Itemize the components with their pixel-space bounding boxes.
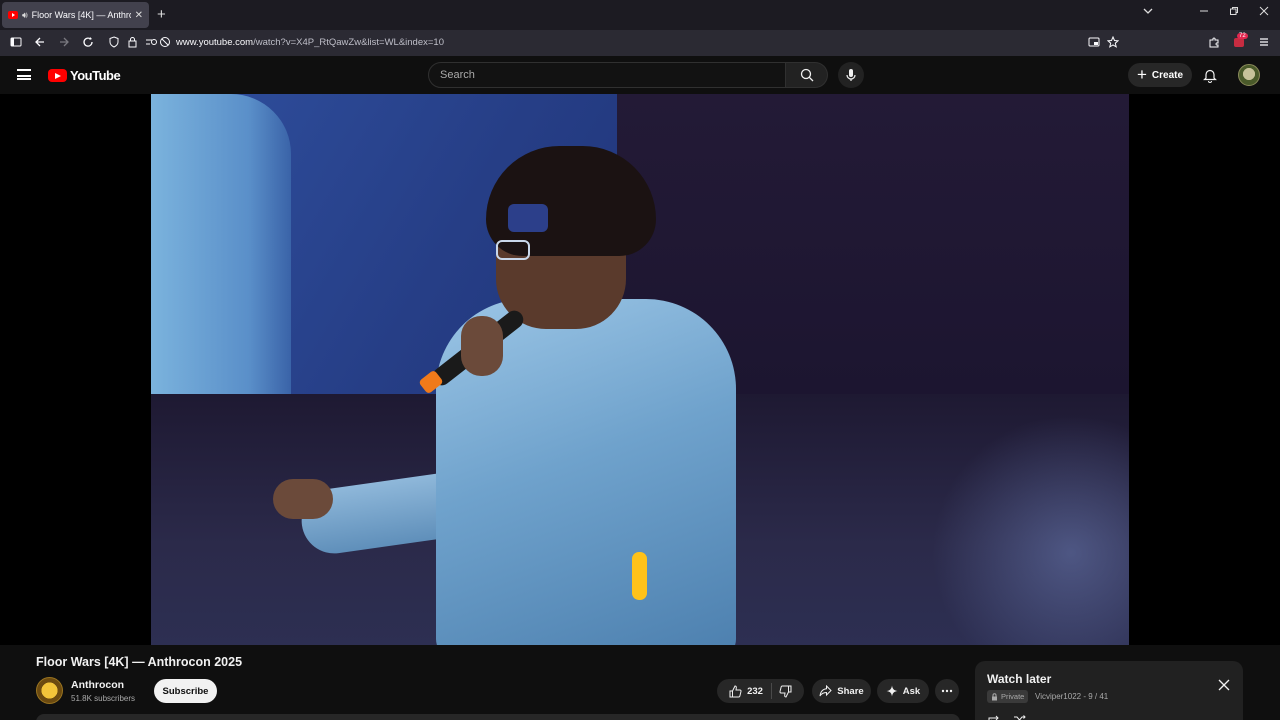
voice-search-button[interactable]: [838, 62, 864, 88]
more-horizontal-icon: [941, 689, 953, 693]
autoplay-blocked-icon[interactable]: [159, 36, 171, 51]
plus-icon: +: [1136, 65, 1147, 84]
ask-button[interactable]: Ask: [877, 679, 929, 703]
notifications-bell-icon[interactable]: [1203, 68, 1217, 88]
thumbs-up-icon: [729, 684, 742, 697]
stage-screen-figure: [151, 94, 291, 401]
tab-title: Floor Wars [4K] — Anthroc: [31, 10, 131, 20]
sleeve-badge: [632, 552, 647, 600]
loop-icon[interactable]: [987, 712, 1001, 720]
search-box: [428, 62, 786, 88]
browser-tab-strip: 🔊︎ Floor Wars [4K] — Anthroc ✕ +: [0, 0, 1280, 30]
playlist-title[interactable]: Watch later: [987, 672, 1051, 686]
like-button[interactable]: 232: [729, 683, 772, 699]
window-close-icon[interactable]: [1259, 6, 1269, 19]
restore-icon[interactable]: [1229, 6, 1239, 19]
microphone-icon: [846, 69, 856, 81]
reload-icon[interactable]: [82, 36, 94, 51]
performer-hand: [273, 479, 333, 519]
description-box[interactable]: [36, 714, 960, 720]
crowd-glow: [931, 414, 1129, 645]
tracking-shield-icon[interactable]: [108, 36, 120, 51]
menu-icon[interactable]: [1258, 36, 1270, 51]
create-button[interactable]: + Create: [1128, 63, 1192, 87]
back-arrow-icon[interactable]: [34, 36, 46, 51]
performer-mic-hand: [461, 316, 503, 376]
search-icon: [800, 68, 813, 82]
extension-badge: 72: [1237, 33, 1248, 39]
url-path: /watch?v=X4P_RtQawZw&list=WL&index=10: [253, 37, 444, 48]
bookmark-star-icon[interactable]: [1106, 35, 1120, 51]
privacy-label: Private: [1001, 692, 1025, 701]
youtube-logo[interactable]: YouTube: [48, 68, 121, 83]
channel-avatar[interactable]: [36, 677, 63, 704]
search-button[interactable]: [786, 62, 828, 88]
youtube-header: YouTube + Create: [0, 56, 1280, 94]
performer-glasses: [496, 240, 530, 260]
new-tab-plus-icon[interactable]: +: [157, 7, 166, 22]
account-avatar[interactable]: [1238, 64, 1260, 86]
like-dislike-group: 232: [717, 679, 804, 703]
url-host: www.youtube.com: [176, 37, 254, 48]
playlist-panel: Watch later Private Vicviper1022 - 9 / 4…: [975, 661, 1243, 720]
dislike-button[interactable]: [777, 685, 792, 698]
guide-menu-icon[interactable]: [17, 69, 31, 80]
ask-label: Ask: [902, 685, 921, 697]
search-input[interactable]: [429, 63, 785, 87]
tab-close-icon[interactable]: ✕: [135, 10, 143, 21]
video-player[interactable]: [151, 94, 1129, 645]
playlist-owner-progress: Vicviper1022 - 9 / 41: [1035, 692, 1109, 701]
sidebar-toggle-icon[interactable]: [10, 36, 22, 51]
browser-tab[interactable]: 🔊︎ Floor Wars [4K] — Anthroc ✕: [2, 2, 149, 28]
subscribe-button[interactable]: Subscribe: [154, 679, 217, 703]
lock-icon: [992, 692, 997, 700]
privacy-badge: Private: [987, 690, 1029, 703]
picture-in-picture-icon[interactable]: [1088, 36, 1100, 51]
create-label: Create: [1151, 69, 1184, 81]
like-count: 232: [747, 685, 763, 697]
youtube-logo-text: YouTube: [70, 68, 121, 83]
channel-subscriber-count: 51.8K subscribers: [71, 694, 136, 703]
youtube-logo-icon: [48, 69, 67, 82]
channel-name[interactable]: Anthrocon: [71, 679, 124, 691]
permissions-icon[interactable]: [145, 36, 157, 51]
url-bar[interactable]: www.youtube.com/watch?v=X4P_RtQawZw&list…: [176, 37, 444, 48]
shuffle-icon[interactable]: [1013, 712, 1027, 720]
playlist-close-icon[interactable]: [1218, 678, 1230, 696]
tab-list-chevron-down-icon[interactable]: [1143, 6, 1153, 19]
speaker-icon[interactable]: 🔊︎: [22, 10, 28, 21]
forward-arrow-icon[interactable]: [58, 36, 70, 51]
lock-icon[interactable]: [127, 36, 138, 51]
youtube-favicon-icon: [8, 11, 18, 19]
share-button[interactable]: Share: [812, 679, 871, 703]
more-actions-button[interactable]: [935, 679, 959, 703]
minimize-icon[interactable]: [1199, 6, 1209, 19]
thumbs-down-icon: [779, 685, 792, 698]
extensions-puzzle-icon[interactable]: [1208, 36, 1220, 51]
share-arrow-icon: [819, 685, 833, 697]
sparkle-icon: [886, 685, 898, 697]
performer-bandana: [508, 204, 548, 232]
share-label: Share: [837, 685, 864, 697]
browser-nav-bar: www.youtube.com/watch?v=X4P_RtQawZw&list…: [0, 30, 1280, 56]
video-title: Floor Wars [4K] — Anthrocon 2025: [36, 655, 243, 669]
